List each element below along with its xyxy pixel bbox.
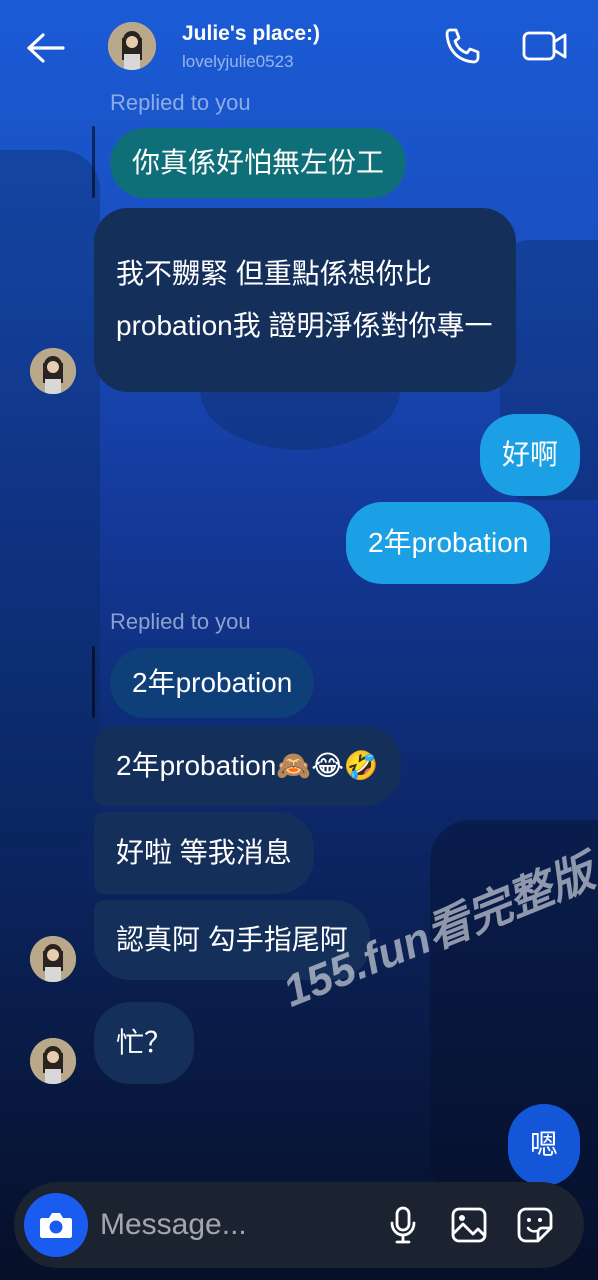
incoming-message[interactable]: 好啦 等我消息	[94, 812, 314, 894]
incoming-message[interactable]: 2年probation🙈😂🤣	[94, 726, 401, 806]
microphone-icon	[390, 1206, 416, 1244]
message-composer	[14, 1182, 584, 1268]
video-call-button[interactable]	[520, 26, 570, 66]
incoming-message[interactable]: 我不嬲緊 但重點係想你比probation我 證明淨係對你專一	[94, 208, 516, 392]
audio-call-button[interactable]	[440, 26, 484, 66]
sender-avatar[interactable]	[30, 348, 76, 394]
message-input[interactable]	[100, 1204, 370, 1246]
contact-avatar[interactable]	[108, 22, 156, 70]
back-button[interactable]	[22, 28, 68, 68]
sticker-button[interactable]	[514, 1204, 556, 1246]
reply-label: Replied to you	[110, 90, 251, 115]
video-camera-icon	[522, 31, 567, 61]
contact-name: Julie's place:)	[182, 22, 321, 45]
contact-info[interactable]: Julie's place:) lovelyjulie0523	[182, 22, 320, 72]
phone-icon	[445, 28, 480, 64]
quoted-message[interactable]: 2年probation	[110, 648, 315, 718]
outgoing-message[interactable]: 2年probation	[346, 502, 551, 584]
quoted-message[interactable]: 你真係好怕無左份工	[110, 128, 407, 198]
outgoing-message[interactable]: 嗯	[508, 1104, 581, 1186]
outgoing-message[interactable]: 好啊	[480, 414, 581, 496]
reply-indicator	[92, 126, 95, 198]
reply-label: Replied to you	[110, 609, 251, 634]
image-icon	[451, 1207, 487, 1243]
chat-header: Julie's place:) lovelyjulie0523	[0, 0, 598, 92]
voice-message-button[interactable]	[382, 1204, 424, 1246]
incoming-message[interactable]: 忙？	[94, 1002, 195, 1084]
contact-username: lovelyjulie0523	[182, 52, 294, 71]
gallery-button[interactable]	[448, 1204, 490, 1246]
sticker-icon	[517, 1207, 553, 1243]
reply-indicator	[92, 646, 95, 718]
camera-icon	[40, 1213, 72, 1238]
sender-avatar[interactable]	[30, 936, 76, 982]
camera-button[interactable]	[24, 1193, 88, 1257]
arrow-left-icon	[27, 33, 65, 63]
sender-avatar[interactable]	[30, 1038, 76, 1084]
